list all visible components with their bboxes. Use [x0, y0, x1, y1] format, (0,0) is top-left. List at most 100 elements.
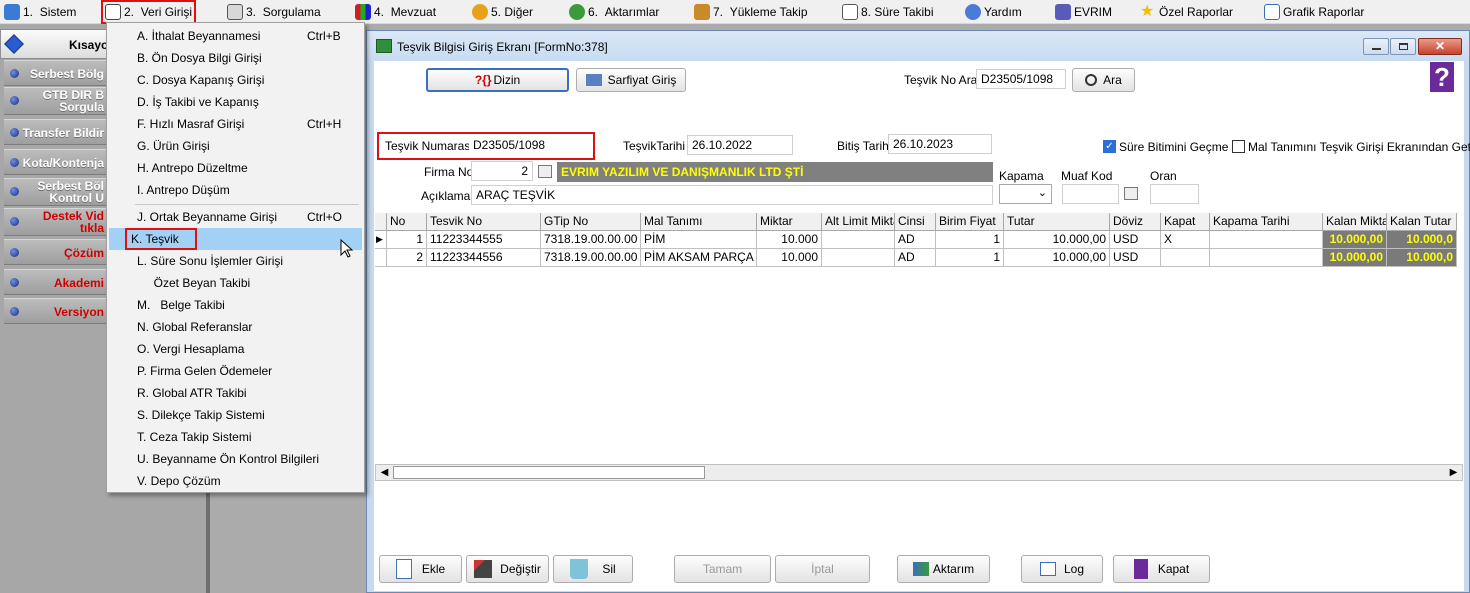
aktarim-button[interactable]: Aktarım: [897, 555, 990, 583]
tesvik-no-ara-input[interactable]: D23505/1098: [976, 69, 1066, 89]
menu-item-ithalat[interactable]: A. İthalat Beyannamesi Ctrl+B: [109, 25, 362, 47]
menu-evrim[interactable]: EVRIM: [1053, 2, 1114, 22]
iptal-button[interactable]: İptal: [775, 555, 870, 583]
scroll-left-icon[interactable]: ◀: [377, 466, 392, 479]
menu-item-global-referanslar[interactable]: N. Global Referanslar: [109, 316, 362, 338]
close-button[interactable]: ✕: [1418, 38, 1462, 55]
firma-no-input[interactable]: 2: [471, 161, 533, 181]
grid-cell[interactable]: 7318.19.00.00.00: [541, 249, 641, 267]
grid-column-header[interactable]: Kapat: [1161, 213, 1210, 231]
grid-cell[interactable]: [822, 231, 895, 249]
menu-aktarimlar[interactable]: 6. Aktarımlar: [567, 2, 661, 22]
grid-cell[interactable]: 1: [387, 231, 427, 249]
help-button[interactable]: ?: [1430, 62, 1454, 92]
menu-item-antrepo-duzeltme[interactable]: H. Antrepo Düzeltme: [109, 157, 362, 179]
grid-cell[interactable]: PİM: [641, 231, 757, 249]
sure-bitimi-checkbox[interactable]: ✓: [1103, 140, 1116, 153]
menu-item-tesvik[interactable]: K. Teşvik: [109, 228, 362, 250]
grid-cell[interactable]: 1: [936, 249, 1004, 267]
degistir-button[interactable]: Değiştir: [466, 555, 549, 583]
grid-cell[interactable]: 10.000,00: [1323, 231, 1387, 249]
mal-tanimi-checkbox[interactable]: [1232, 140, 1245, 153]
row-indicator[interactable]: [375, 249, 387, 267]
dizin-button[interactable]: ?{} Dizin: [426, 68, 569, 92]
grid-cell[interactable]: [1210, 231, 1323, 249]
menu-grafik-raporlar[interactable]: Grafik Raporlar: [1262, 2, 1366, 22]
menu-sure-takibi[interactable]: 8. Süre Takibi: [840, 2, 936, 22]
menu-item-ortak-beyanname[interactable]: J. Ortak Beyanname Girişi Ctrl+O: [109, 206, 362, 228]
ekle-button[interactable]: Ekle: [379, 555, 462, 583]
grid-cell[interactable]: 10.000,00: [1004, 249, 1110, 267]
menu-yardim[interactable]: Yardım: [963, 2, 1024, 22]
menu-item-firma-odemeler[interactable]: P. Firma Gelen Ödemeler: [109, 360, 362, 382]
scroll-right-icon[interactable]: ▶: [1446, 466, 1461, 479]
tamam-button[interactable]: Tamam: [674, 555, 771, 583]
sil-button[interactable]: Sil: [553, 555, 633, 583]
grid-column-header[interactable]: Döviz: [1110, 213, 1161, 231]
grid-cell[interactable]: USD: [1110, 231, 1161, 249]
grid-cell[interactable]: 11223344555: [427, 231, 541, 249]
grid-cell[interactable]: [822, 249, 895, 267]
menu-item-on-dosya[interactable]: B. Ön Dosya Bilgi Girişi: [109, 47, 362, 69]
menu-mevzuat[interactable]: 4. Mevzuat: [353, 2, 438, 22]
grid-cell[interactable]: 10.000,0: [1387, 231, 1457, 249]
lookup-icon[interactable]: [538, 165, 552, 178]
grid-column-header[interactable]: Tesvik No: [427, 213, 541, 231]
menu-diger[interactable]: 5. Diğer: [470, 2, 535, 22]
maximize-button[interactable]: [1390, 38, 1416, 55]
grid-cell[interactable]: X: [1161, 231, 1210, 249]
grid-column-header[interactable]: No: [387, 213, 427, 231]
grid-cell[interactable]: PİM AKSAM PARÇA: [641, 249, 757, 267]
grid-cell[interactable]: 2: [387, 249, 427, 267]
grid-cell[interactable]: 10.000: [757, 249, 822, 267]
oran-input[interactable]: [1150, 184, 1199, 204]
menu-item-sure-sonu[interactable]: L. Süre Sonu İşlemler Girişi: [109, 250, 362, 272]
menu-yukleme-takip[interactable]: 7. Yükleme Takip: [692, 2, 810, 22]
menu-item-beyanname-kontrol[interactable]: U. Beyanname Ön Kontrol Bilgileri: [109, 448, 362, 470]
grid-column-header[interactable]: Tutar: [1004, 213, 1110, 231]
tesvik-tarihi-input[interactable]: 26.10.2022: [687, 135, 793, 155]
grid-column-header[interactable]: Alt Limit Miktar: [822, 213, 895, 231]
grid-cell[interactable]: 10.000,0: [1387, 249, 1457, 267]
grid-cell[interactable]: [1210, 249, 1323, 267]
kapama-select[interactable]: ⌄: [999, 184, 1052, 204]
grid-column-header[interactable]: Birim Fiyat: [936, 213, 1004, 231]
bitis-tarihi-input[interactable]: 26.10.2023: [888, 134, 992, 154]
menu-sistem[interactable]: 1. Sistem: [2, 2, 78, 22]
sarfiyat-giris-button[interactable]: Sarfiyat Giriş: [576, 68, 686, 92]
grid-cell[interactable]: 1: [936, 231, 1004, 249]
menu-item-global-atr[interactable]: R. Global ATR Takibi: [109, 382, 362, 404]
grid-column-header[interactable]: Kapama Tarihi: [1210, 213, 1323, 231]
grid-column-header[interactable]: Mal Tanımı: [641, 213, 757, 231]
minimize-button[interactable]: [1363, 38, 1389, 55]
tesvik-numarasi-input[interactable]: D23505/1098: [469, 136, 589, 156]
menu-item-dosya-kapanis[interactable]: C. Dosya Kapanış Girişi: [109, 69, 362, 91]
menu-item-urun-girisi[interactable]: G. Ürün Girişi: [109, 135, 362, 157]
aciklama-input[interactable]: ARAÇ TEŞVİK: [471, 185, 993, 205]
grid-column-header[interactable]: Miktar: [757, 213, 822, 231]
log-button[interactable]: Log: [1021, 555, 1103, 583]
grid-cell[interactable]: USD: [1110, 249, 1161, 267]
grid-cell[interactable]: 11223344556: [427, 249, 541, 267]
ara-button[interactable]: Ara: [1072, 68, 1135, 92]
grid-cell[interactable]: [1161, 249, 1210, 267]
kapat-button[interactable]: Kapat: [1113, 555, 1210, 583]
grid-column-header[interactable]: Kalan Miktar: [1323, 213, 1387, 231]
scroll-thumb[interactable]: [393, 466, 705, 479]
menu-item-hizli-masraf[interactable]: F. Hızlı Masraf Girişi Ctrl+H: [109, 113, 362, 135]
menu-item-is-takibi[interactable]: D. İş Takibi ve Kapanış: [109, 91, 362, 113]
menu-sorgulama[interactable]: 3. Sorgulama: [225, 2, 323, 22]
menu-item-dilekce[interactable]: S. Dilekçe Takip Sistemi: [109, 404, 362, 426]
grid-column-header[interactable]: Kalan Tutar: [1387, 213, 1457, 231]
menu-ozel-raporlar[interactable]: ★ Özel Raporlar: [1138, 2, 1235, 22]
menu-item-depo-cozum[interactable]: V. Depo Çözüm: [109, 470, 362, 492]
menu-veri-girisi[interactable]: 2. Veri Girişi: [100, 0, 197, 24]
menu-item-ozet-beyan[interactable]: Özet Beyan Takibi: [109, 272, 362, 294]
menu-item-ceza-takip[interactable]: T. Ceza Takip Sistemi: [109, 426, 362, 448]
grid-cell[interactable]: AD: [895, 249, 936, 267]
grid-cell[interactable]: 7318.19.00.00.00: [541, 231, 641, 249]
row-indicator[interactable]: ▶: [375, 231, 387, 249]
grid-column-header[interactable]: GTip No: [541, 213, 641, 231]
muaf-kod-input[interactable]: [1062, 184, 1119, 204]
grid-column-header[interactable]: Cinsi: [895, 213, 936, 231]
